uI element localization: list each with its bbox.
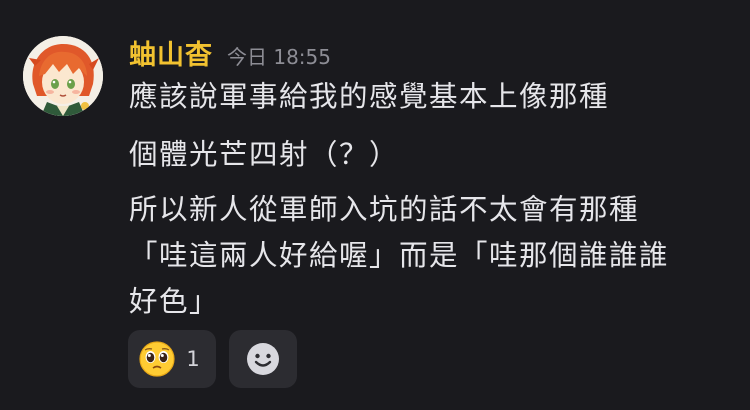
message-line: 所以新人從軍師入坑的話不太會有那種 <box>129 193 640 226</box>
pleading-face-emoji-icon <box>138 340 176 378</box>
reaction-count: 1 <box>186 347 200 371</box>
message-line: 「哇這兩人好給喔」而是「哇那個誰誰誰 <box>129 239 670 272</box>
author-name[interactable]: 蚰山杳 <box>129 33 213 72</box>
add-reaction-button[interactable] <box>229 330 297 388</box>
reaction-bar: 1 <box>128 330 297 388</box>
avatar-image <box>23 36 103 116</box>
avatar[interactable] <box>23 36 103 116</box>
reaction-pleading-face[interactable]: 1 <box>128 330 216 388</box>
message-line: 應該說軍事給我的感覺基本上像那種 <box>129 80 610 113</box>
message-timestamp: 今日 18:55 <box>227 45 331 69</box>
message-header: 蚰山杳 今日 18:55 <box>129 33 331 72</box>
chat-message: 蚰山杳 今日 18:55 應該說軍事給我的感覺基本上像那種 個體光芒四射（？） … <box>0 0 750 410</box>
message-line: 個體光芒四射（？） <box>129 138 400 171</box>
message-line: 好色」 <box>129 285 220 318</box>
smile-icon <box>246 342 280 376</box>
